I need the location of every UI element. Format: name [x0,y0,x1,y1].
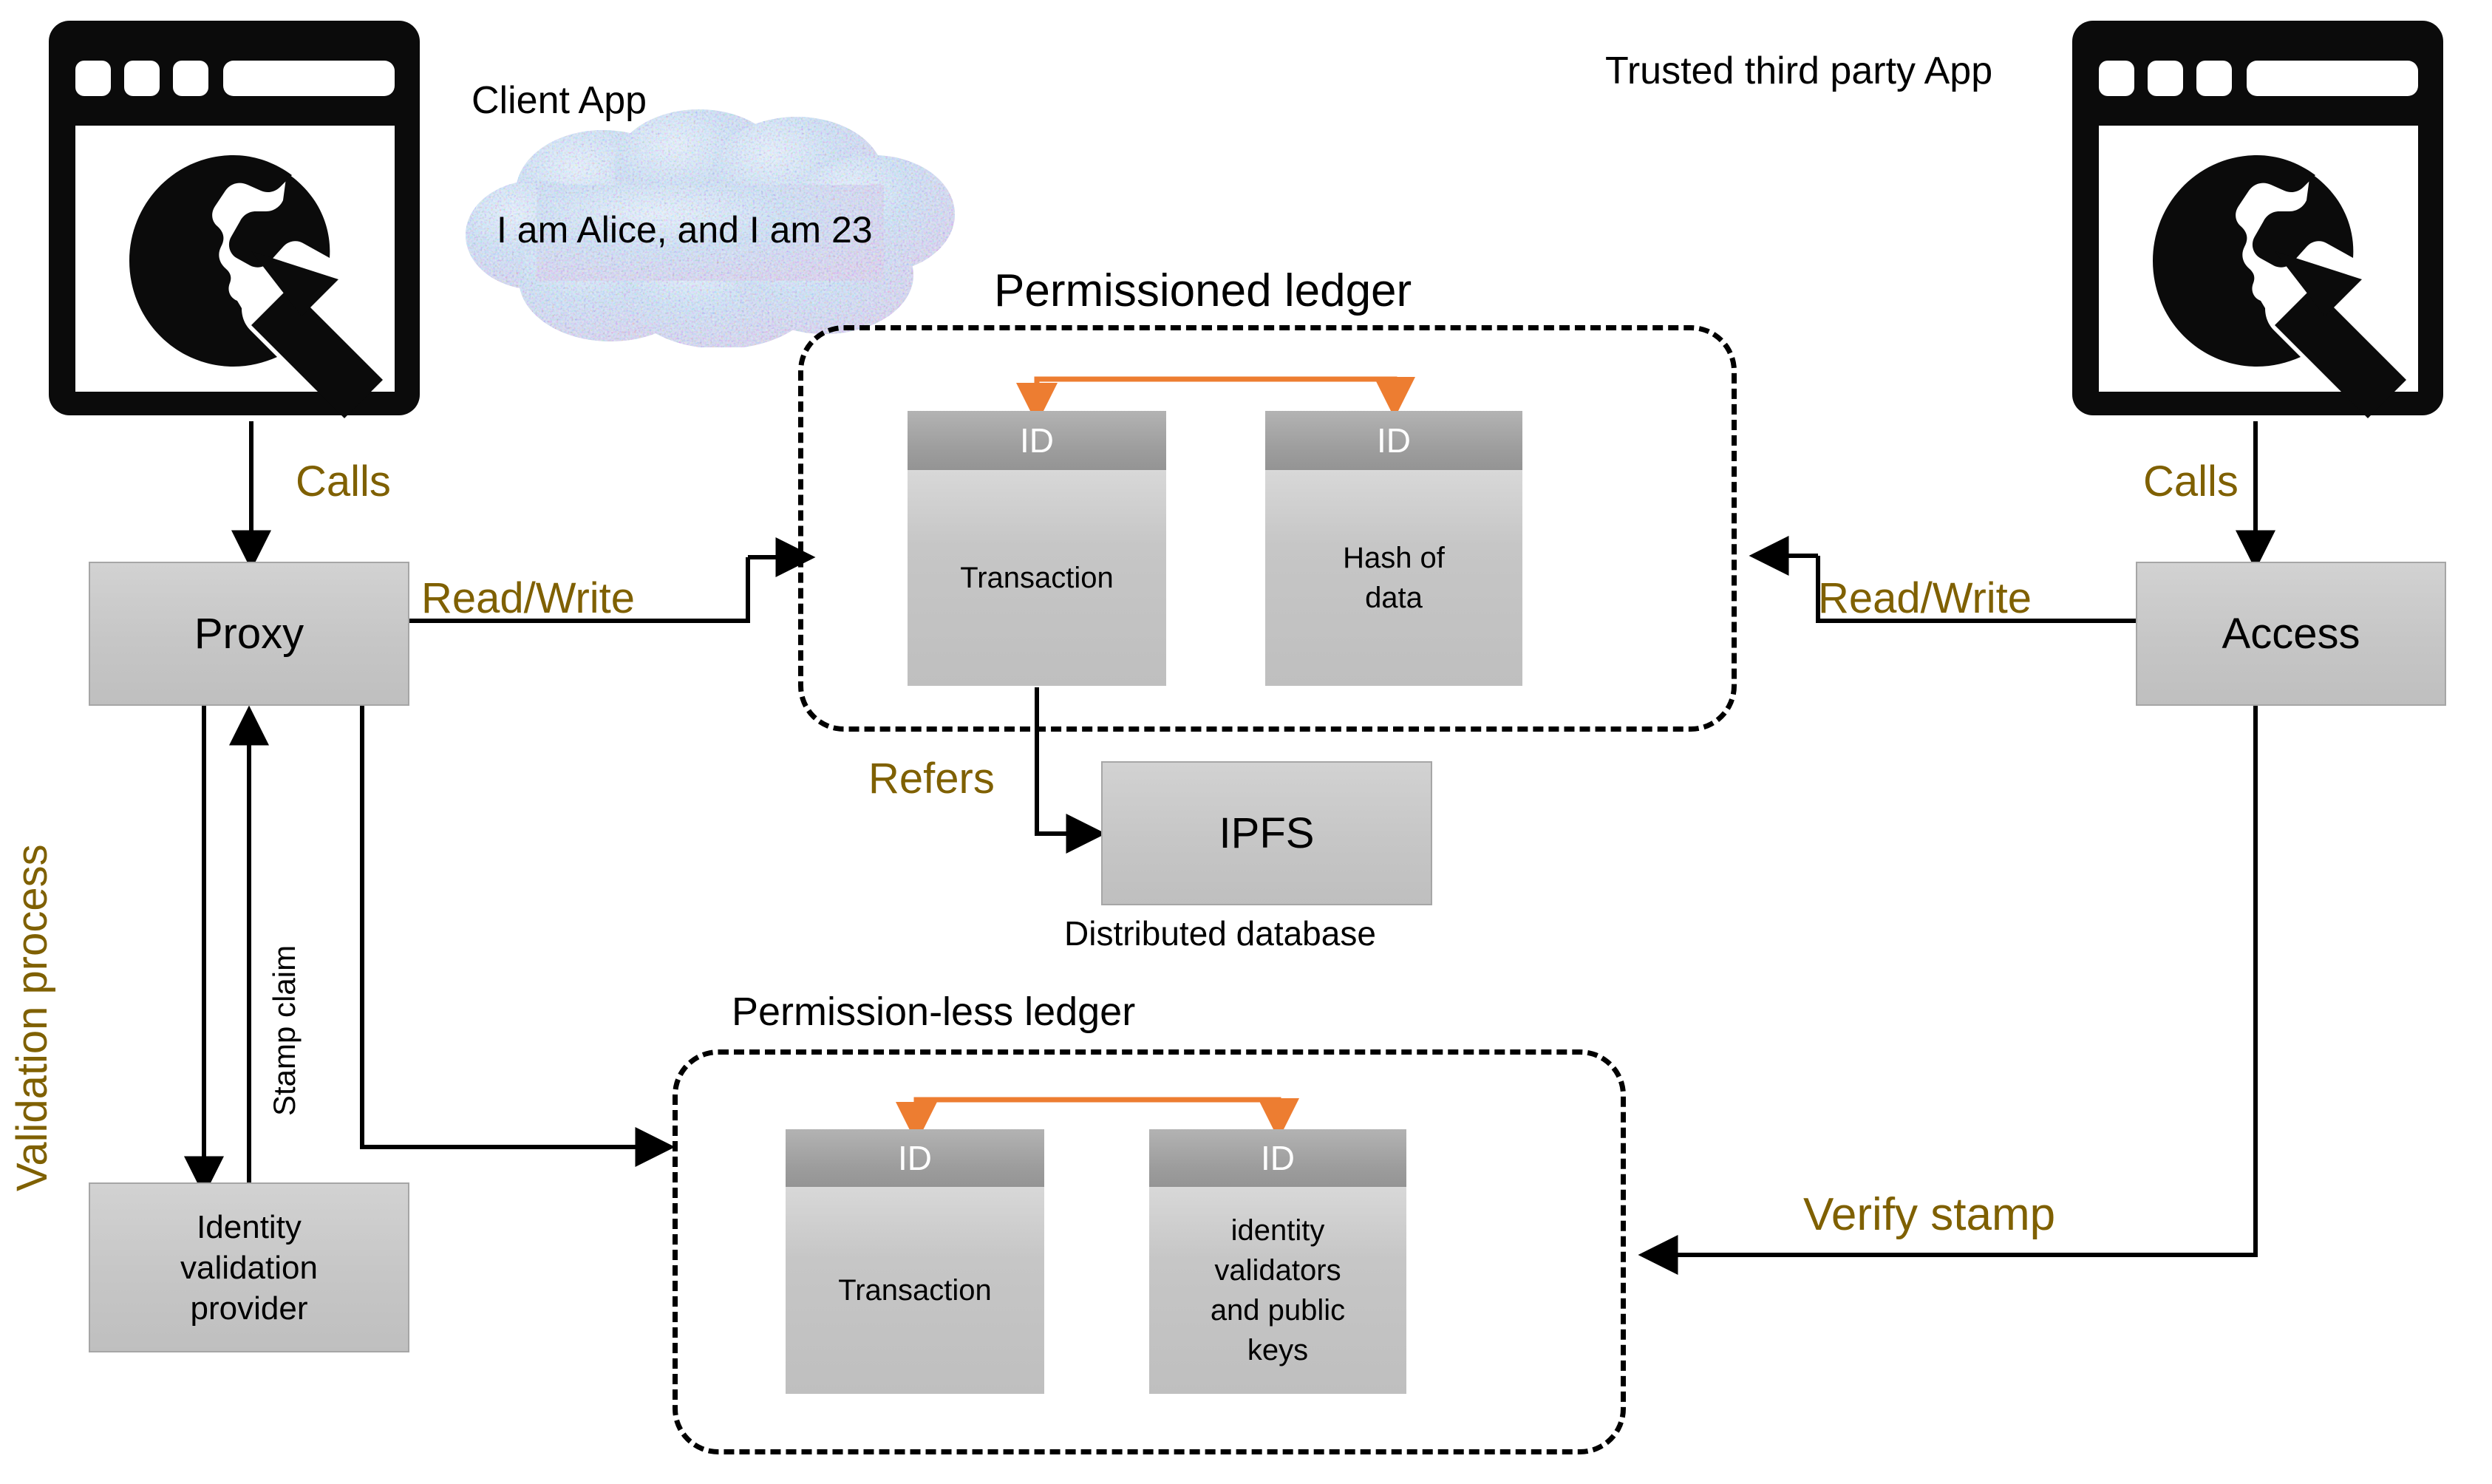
diagram-canvas: Client App I am Alice, and I am 23 Trust… [0,0,2492,1484]
edge-proxy-to-permissionless [360,706,675,1167]
edge-label-validation-process: Validation process [8,844,56,1191]
card-header: ID [1149,1129,1406,1187]
edge-label-verify-stamp: Verify stamp [1803,1189,2056,1240]
ipfs-label: IPFS [1219,809,1315,857]
identity-validation-provider-node[interactable]: Identity validation provider [89,1182,409,1352]
card-header: ID [908,411,1166,470]
card-body: Hash of data [1265,470,1522,686]
permissionless-card-validators[interactable]: ID identity validators and public keys [1149,1129,1406,1394]
permissionless-ledger-title: Permission-less ledger [732,990,1136,1034]
client-app-browser-icon [43,15,426,421]
edge-label-refers: Refers [868,755,995,803]
identity-validation-provider-label: Identity validation provider [180,1208,318,1327]
card-body: Transaction [908,470,1166,686]
third-party-app-browser-icon [2066,15,2449,421]
edge-label-stamp-claim: Stamp claim [267,944,302,1116]
permissionless-card-transaction[interactable]: ID Transaction [786,1129,1044,1394]
edge-label-calls-right: Calls [2143,457,2239,506]
edge-label-readwrite-right: Read/Write [1818,574,2032,622]
permissioned-card-hash[interactable]: ID Hash of data [1265,411,1522,686]
edge-access-verifystamp-permissionless [1638,706,2258,1275]
proxy-node[interactable]: Proxy [89,562,409,706]
ipfs-caption: Distributed database [1064,914,1376,953]
card-body: identity validators and public keys [1149,1187,1406,1394]
edge-label-readwrite-left: Read/Write [421,574,636,622]
claim-text: I am Alice, and I am 23 [497,209,873,251]
card-header: ID [1265,411,1522,470]
access-node[interactable]: Access [2136,562,2446,706]
card-header: ID [786,1129,1044,1187]
proxy-label: Proxy [194,610,304,658]
access-label: Access [2222,610,2360,658]
permissioned-card-transaction[interactable]: ID Transaction [908,411,1166,686]
card-body: Transaction [786,1187,1044,1394]
permissioned-ledger-title: Permissioned ledger [994,265,1412,316]
third-party-app-label: Trusted third party App [1605,50,1993,92]
edge-label-calls-left: Calls [296,457,391,506]
ipfs-node[interactable]: IPFS [1101,761,1432,905]
